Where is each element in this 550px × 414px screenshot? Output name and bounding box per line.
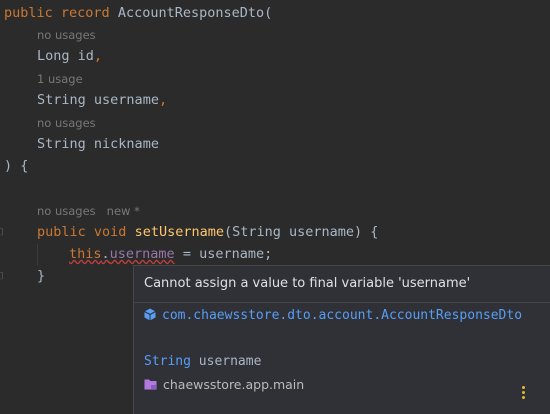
more-vertical-icon[interactable] [522,386,526,400]
method-name: setUsername [134,224,224,240]
type-string: String [37,92,86,108]
field-username: username [109,246,175,262]
error-tooltip-popup[interactable]: Cannot assign a value to final variable … [133,265,550,414]
dot: . [101,246,110,262]
class-icon [144,308,156,321]
class-link[interactable]: com.chaewsstore.dto.account.AccountRespo… [144,307,539,324]
type-string: String [37,136,86,152]
record-name: AccountResponseDto( [117,5,273,21]
keyword-this: this [69,246,102,262]
usage-hint[interactable]: no usages [37,26,96,44]
code-line-record-body-open: ) { [4,158,29,174]
divider [134,302,550,303]
comma: , [158,92,168,108]
module-info: chaewsstore.app.main [144,376,304,394]
param-id: id [77,48,94,64]
param-nickname: nickname [93,136,159,152]
declaration-name: username [198,354,262,369]
usage-hint[interactable]: no usages [37,114,96,132]
error-message: Cannot assign a value to final variable … [144,276,471,291]
code-line-id: Long id, [37,45,102,67]
class-fqn: com.chaewsstore.dto.account.AccountRespo… [162,308,523,323]
type-long: Long [37,48,70,64]
fold-marker-icon[interactable]: ⌷ [0,228,6,238]
code-line-method-close: } [37,268,46,284]
declaration: String username [144,353,261,371]
keyword-record: record [60,5,110,21]
keyword-public: public [4,5,53,21]
keyword-void: void [93,224,127,240]
code-line-method-declaration: public void setUsername(String username)… [37,221,378,243]
indent-guide [37,244,38,266]
error-expression[interactable]: this.username [69,246,175,262]
code-line-record-declaration: public record AccountResponseDto( [4,2,272,24]
code-line-assignment: this.username = username; [69,243,272,265]
module-name: chaewsstore.app.main [163,377,305,392]
usage-hint[interactable]: 1 usage [37,70,83,88]
vcs-status: new * [106,204,140,218]
code-line-username: String username, [37,89,167,111]
method-params: (String username) { [223,224,379,240]
assignment-rest: = username; [174,246,273,262]
fold-marker-icon[interactable]: ⌷ [0,272,6,282]
declaration-type[interactable]: String [144,354,191,369]
usage-count: no usages [37,204,96,218]
code-line-nickname: String nickname [37,133,159,155]
comma: , [93,48,103,64]
folder-icon [144,379,157,390]
param-username: username [93,92,159,108]
keyword-public: public [37,224,86,240]
usage-hint[interactable]: no usages new * [37,202,140,220]
